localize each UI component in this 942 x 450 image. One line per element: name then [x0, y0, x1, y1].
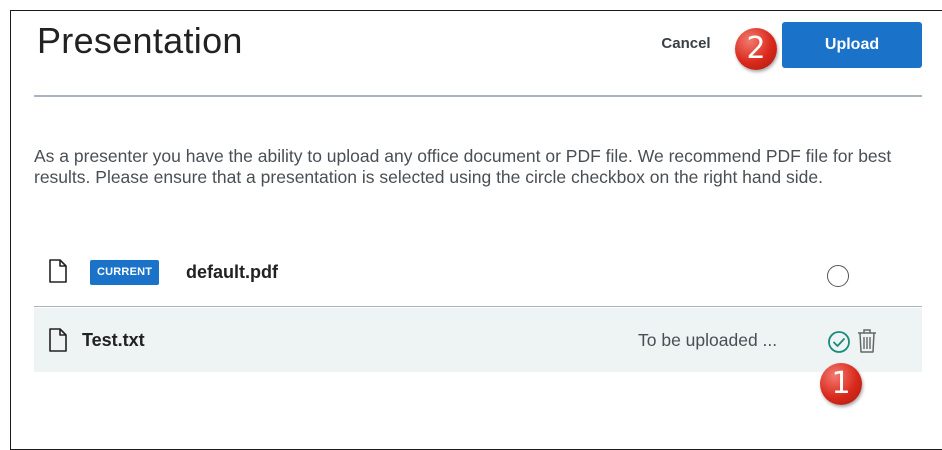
- check-circle-icon[interactable]: [827, 330, 851, 354]
- file-row-test: Test.txt To be uploaded ...: [34, 308, 922, 372]
- file-name: default.pdf: [186, 262, 278, 282]
- cancel-button[interactable]: Cancel: [640, 28, 732, 60]
- current-badge: CURRENT: [90, 260, 160, 285]
- row-divider: [34, 306, 922, 307]
- trash-icon[interactable]: [856, 328, 878, 354]
- dialog-frame: [10, 10, 942, 450]
- dialog-title: Presentation: [37, 20, 243, 61]
- header-divider: [34, 95, 922, 97]
- step-marker-1: 1: [820, 363, 862, 405]
- file-icon: [49, 328, 67, 352]
- file-icon: [49, 259, 67, 283]
- step-marker-2: 2: [735, 28, 777, 70]
- select-presentation-radio[interactable]: [827, 265, 849, 287]
- file-name: Test.txt: [82, 330, 145, 350]
- instructions-text: As a presenter you have the ability to u…: [34, 146, 892, 187]
- upload-status: To be uploaded ...: [638, 330, 778, 350]
- upload-button[interactable]: Upload: [782, 22, 922, 68]
- file-row-default: CURRENT default.pdf: [34, 248, 922, 306]
